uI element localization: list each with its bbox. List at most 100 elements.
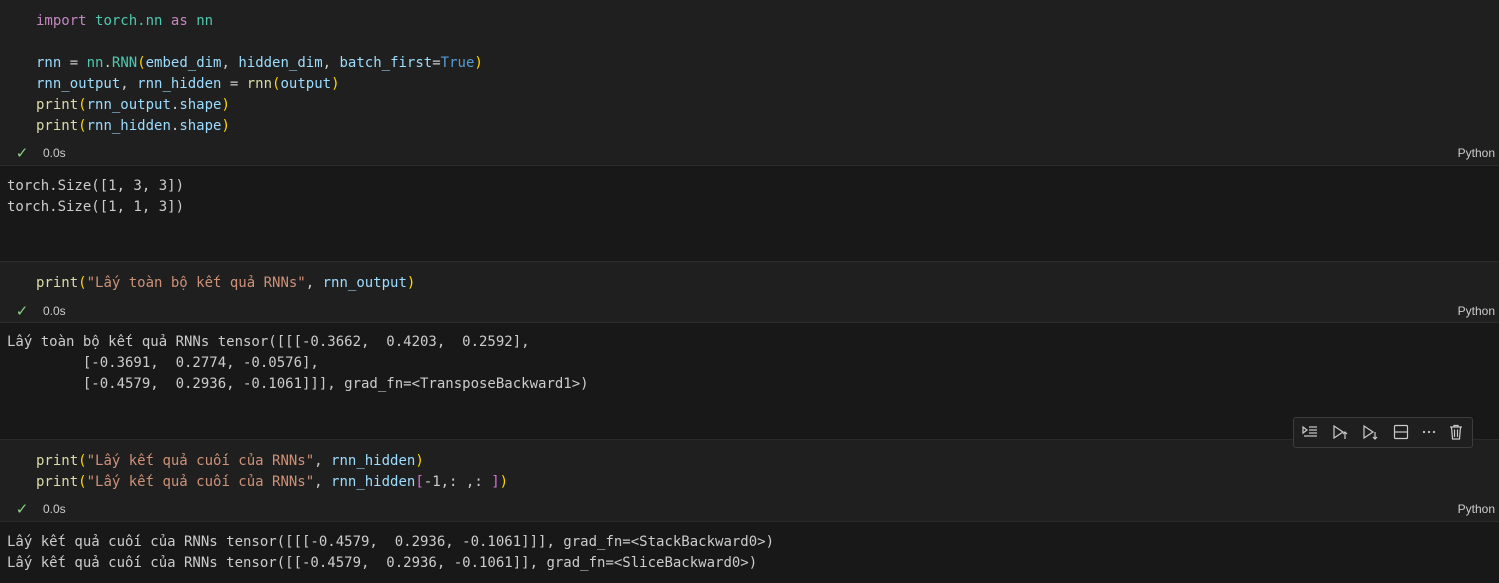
language-label[interactable]: Python <box>1458 502 1495 516</box>
code-token: ( <box>78 275 87 291</box>
code-token: rnn <box>246 76 273 92</box>
output-line: [-0.4579, 0.2936, -0.1061]]], grad_fn=<T… <box>7 376 589 392</box>
output-line: torch.Size([1, 1, 3]) <box>7 199 185 215</box>
execution-time: 0.0s <box>43 502 66 516</box>
code-token: rnn_output <box>322 275 407 291</box>
code-line[interactable]: print("Lấy kết quả cuối của RNNs", rnn_h… <box>36 451 424 472</box>
language-label[interactable]: Python <box>1458 146 1495 160</box>
code-line[interactable]: rnn = nn.RNN(embed_dim, hidden_dim, batc… <box>36 53 483 74</box>
code-token: ) <box>331 76 340 92</box>
output-line: Lấy kết quả cuối của RNNs tensor([[-0.45… <box>7 555 758 571</box>
code-line[interactable]: print("Lấy toàn bộ kết quả RNNs", rnn_ou… <box>36 273 415 294</box>
code-editor[interactable]: print("Lấy kết quả cuối của RNNs", rnn_h… <box>0 440 1499 498</box>
code-token: "Lấy kết quả cuối của RNNs" <box>86 474 315 490</box>
code-token: , <box>120 76 138 92</box>
code-token: rnn_output <box>36 76 121 92</box>
execute-above-icon[interactable] <box>1328 421 1352 443</box>
code-token: torch.nn <box>95 13 163 29</box>
code-line[interactable]: import torch.nn as nn <box>36 11 213 32</box>
cell-status: ✓ 0.0s Python <box>0 301 1499 323</box>
code-line[interactable]: print("Lấy kết quả cuối của RNNs", rnn_h… <box>36 472 508 493</box>
code-token: ( <box>137 55 146 71</box>
code-token: rnn_hidden <box>137 76 222 92</box>
success-check-icon: ✓ <box>15 500 29 518</box>
code-token: nn <box>196 13 214 29</box>
cell-output: torch.Size([1, 3, 3]) torch.Size([1, 1, 3… <box>0 165 1499 262</box>
output-line: torch.Size([1, 3, 3]) <box>7 178 185 194</box>
code-token: RNN <box>111 55 138 71</box>
code-token: rnn_hidden <box>331 474 416 490</box>
code-token: ) <box>221 118 230 134</box>
cell-output: Lấy toàn bộ kết quả RNNs tensor([[[-0.36… <box>0 322 1499 440</box>
execution-time: 0.0s <box>43 146 66 160</box>
split-cell-icon[interactable] <box>1389 421 1413 443</box>
notebook-cell-2[interactable]: print("Lấy toàn bộ kết quả RNNs", rnn_ou… <box>0 262 1499 440</box>
code-token: "Lấy kết quả cuối của RNNs" <box>86 453 315 469</box>
code-editor[interactable]: print("Lấy toàn bộ kết quả RNNs", rnn_ou… <box>0 262 1499 300</box>
code-token: = <box>221 76 247 92</box>
code-line[interactable]: print(rnn_output.shape) <box>36 95 230 116</box>
code-token: [ <box>415 474 424 490</box>
notebook-cell-3[interactable]: print("Lấy kết quả cuối của RNNs", rnn_h… <box>0 440 1499 583</box>
more-actions-icon[interactable] <box>1417 421 1441 443</box>
code-token: nn <box>86 55 104 71</box>
code-token: True <box>440 55 475 71</box>
code-token: print <box>36 97 79 113</box>
output-line: Lấy toàn bộ kết quả RNNs tensor([[[-0.36… <box>7 334 530 350</box>
code-token: rnn_hidden <box>331 453 416 469</box>
code-token: print <box>36 453 79 469</box>
code-token: ) <box>221 97 230 113</box>
code-token: . <box>103 55 112 71</box>
cell-status: ✓ 0.0s Python <box>0 499 1499 521</box>
code-line[interactable]: print(rnn_hidden.shape) <box>36 116 230 137</box>
output-line: Lấy kết quả cuối của RNNs tensor([[[-0.4… <box>7 534 775 550</box>
code-token: ( <box>78 97 87 113</box>
code-token: embed_dim <box>145 55 222 71</box>
code-token: , <box>314 453 332 469</box>
notebook-cell-1[interactable]: import torch.nn as nn rnn = nn.RNN(embed_… <box>0 0 1499 262</box>
code-token: ) <box>406 275 416 291</box>
code-token: batch_first <box>339 55 433 71</box>
code-token: rnn <box>36 55 62 71</box>
code-token: ) <box>415 453 424 469</box>
execute-below-icon[interactable] <box>1358 421 1382 443</box>
code-token: ] <box>491 474 500 490</box>
code-token: shape <box>179 118 222 134</box>
run-by-line-icon[interactable] <box>1298 421 1322 443</box>
code-editor[interactable]: import torch.nn as nn rnn = nn.RNN(embed_… <box>0 0 1499 143</box>
code-token: "Lấy toàn bộ kết quả RNNs" <box>86 275 306 291</box>
code-token: hidden_dim <box>238 55 323 71</box>
code-token: = <box>432 55 441 71</box>
code-token: ) <box>499 474 509 490</box>
code-token: as <box>170 13 188 29</box>
success-check-icon: ✓ <box>15 144 29 162</box>
success-check-icon: ✓ <box>15 302 29 320</box>
code-token: import <box>36 13 87 29</box>
execution-time: 0.0s <box>43 304 66 318</box>
output-line: [-0.3691, 0.2774, -0.0576], <box>7 355 319 371</box>
code-token: rnn_hidden <box>86 118 171 134</box>
code-token: output <box>280 76 332 92</box>
cell-toolbar <box>1293 417 1473 448</box>
code-token: print <box>36 474 79 490</box>
code-token: ) <box>474 55 483 71</box>
code-token: = <box>61 55 87 71</box>
code-token: ( <box>78 474 87 490</box>
code-line[interactable]: rnn_output, rnn_hidden = rnn(output) <box>36 74 340 95</box>
code-token: ( <box>78 118 87 134</box>
code-token: print <box>36 118 79 134</box>
code-token: print <box>36 275 79 291</box>
code-token: shape <box>179 97 222 113</box>
code-token: , <box>314 474 332 490</box>
code-token: -1,: ,: <box>423 474 492 490</box>
language-label[interactable]: Python <box>1458 304 1495 318</box>
code-token: rnn_output <box>86 97 171 113</box>
code-token: , <box>221 55 239 71</box>
cell-status: ✓ 0.0s Python <box>0 143 1499 165</box>
cell-output: Lấy kết quả cuối của RNNs tensor([[[-0.4… <box>0 521 1499 583</box>
delete-icon[interactable] <box>1444 421 1468 443</box>
code-token: , <box>322 55 340 71</box>
